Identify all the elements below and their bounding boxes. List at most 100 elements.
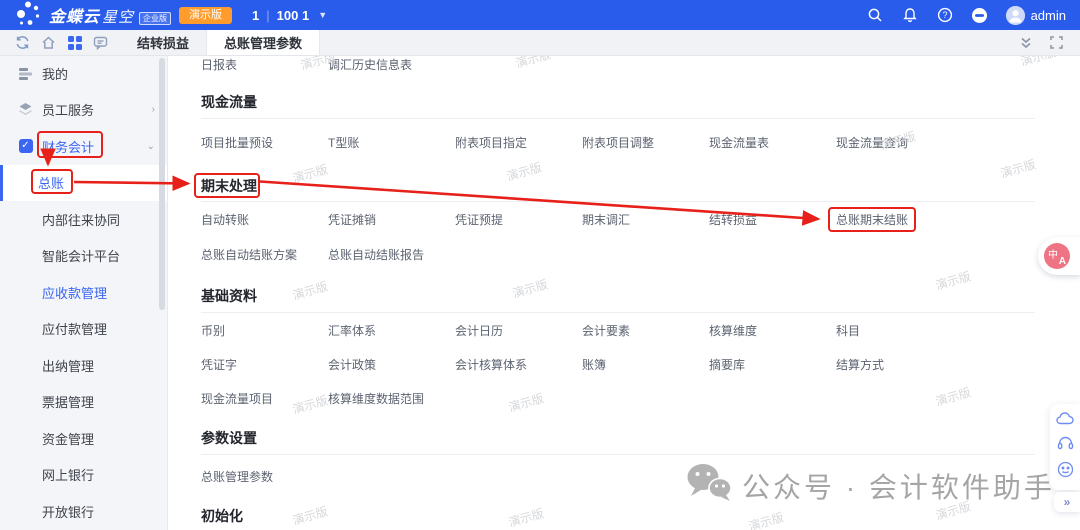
sidebar-item-label: 应收款管理: [42, 285, 108, 301]
menu-item-link[interactable]: 科目: [836, 323, 963, 339]
menu-item-link-gl-period-closing[interactable]: 总账期末结账: [836, 212, 963, 228]
menu-item-link[interactable]: 账簿: [582, 357, 709, 373]
sidebar-item-open-banking[interactable]: 开放银行: [0, 493, 167, 530]
menu-item-link[interactable]: 会计核算体系: [455, 357, 582, 373]
sidebar-item-general-ledger[interactable]: 总账: [0, 164, 167, 201]
sidebar-item-receivables[interactable]: 应收款管理: [0, 274, 167, 311]
translate-icon: 中 A: [1044, 243, 1070, 269]
menu-item-link[interactable]: 附表项目指定: [455, 135, 582, 151]
period-end-links-row1: 自动转账 凭证摊销 凭证预提 期末调汇 结转损益 总账期末结账: [201, 212, 963, 228]
brand-bold: 金蝶云: [49, 9, 101, 26]
cashflow-links-row: 项目批量预设 T型账 附表项目指定 附表项目调整 现金流量表 现金流量查询: [201, 135, 963, 151]
org-secondary: 100 1: [276, 7, 310, 23]
top-bar: 金蝶云 星空 企业版 演示版 1 | 100 1 ▼ ? admin: [0, 0, 1080, 30]
sidebar-item-employee-services[interactable]: 员工服务 ›: [0, 92, 167, 129]
menu-item-link[interactable]: 总账自动结账方案: [201, 247, 328, 263]
menu-item-link[interactable]: 会计日历: [455, 323, 582, 339]
app-window: 金蝶云 星空 企业版 演示版 1 | 100 1 ▼ ? admin 结转损益 …: [0, 0, 1080, 530]
menu-item-link[interactable]: 核算维度: [709, 323, 836, 339]
cloud-icon[interactable]: [1056, 411, 1074, 430]
avatar: [1005, 5, 1025, 25]
open-tabs: 结转损益 总账管理参数: [120, 30, 321, 55]
section-divider: [201, 201, 1035, 202]
sidebar-item-label: 出纳管理: [42, 358, 95, 374]
sidebar-item-my[interactable]: 我的: [0, 55, 167, 92]
menu-item-link[interactable]: 会计要素: [582, 323, 709, 339]
notification-bell-icon[interactable]: [901, 6, 919, 24]
username: admin: [1030, 7, 1066, 23]
menu-item-link[interactable]: 会计政策: [328, 357, 455, 373]
sidebar-item-label: 资金管理: [42, 431, 95, 447]
sidebar-item-notes[interactable]: 票据管理: [0, 384, 167, 421]
section-divider: [201, 312, 1035, 313]
menu-item-link[interactable]: 现金流量查询: [836, 135, 963, 151]
menu-item-link[interactable]: 现金流量项目: [201, 391, 328, 407]
help-icon[interactable]: ?: [936, 6, 954, 24]
menu-item-link[interactable]: 币别: [201, 323, 328, 339]
user-menu[interactable]: admin: [1005, 5, 1066, 25]
sidebar-item-smart-accounting[interactable]: 智能会计平台: [0, 238, 167, 275]
sidebar-item-label: 内部往来协同: [42, 212, 121, 228]
menu-item-link[interactable]: 总账管理参数: [201, 469, 328, 485]
sidebar-item-funds[interactable]: 资金管理: [0, 420, 167, 457]
sidebar-item-online-banking[interactable]: 网上银行: [0, 457, 167, 494]
layers-diamond-icon: [18, 102, 33, 117]
svg-text:?: ?: [942, 10, 947, 20]
sidebar-item-payables[interactable]: 应付款管理: [0, 311, 167, 348]
do-not-disturb-icon[interactable]: [971, 6, 989, 24]
home-icon[interactable]: [41, 35, 56, 50]
sidebar-item-financial-accounting[interactable]: ✓ 财务会计 ⌄: [0, 128, 167, 165]
rail-expand-chevrons-icon[interactable]: »: [1054, 492, 1080, 512]
headset-icon[interactable]: [1057, 435, 1074, 456]
org-selector[interactable]: 1 | 100 1 ▼: [252, 8, 327, 23]
section-title-params: 参数设置: [201, 430, 257, 446]
tab-toolbar: 结转损益 总账管理参数: [0, 30, 1080, 56]
toolbar-icon-group: [0, 30, 120, 55]
translate-float-button[interactable]: 中 A: [1038, 237, 1080, 275]
chevron-down-icon[interactable]: ▼: [318, 10, 327, 20]
menu-item-link[interactable]: 项目批量预设: [201, 135, 328, 151]
message-icon[interactable]: [93, 35, 108, 50]
sidebar-nav: 我的 员工服务 › ✓ 财务会计 ⌄ 总账 内部往来协同 智能会计平台 应收款管…: [0, 55, 168, 530]
chevron-down-icon: ⌄: [146, 140, 155, 152]
sidebar-item-label: 开放银行: [42, 504, 95, 520]
menu-item-link[interactable]: 自动转账: [201, 212, 328, 228]
app-grid-icon[interactable]: [67, 35, 82, 50]
sidebar-item-label: 员工服务: [42, 103, 95, 119]
menu-item-link[interactable]: T型账: [328, 135, 455, 151]
menu-item-link[interactable]: 凭证预提: [455, 212, 582, 228]
checked-checkbox-icon: ✓: [18, 139, 33, 154]
menu-item-link[interactable]: 核算维度数据范围: [328, 391, 455, 407]
fullscreen-icon[interactable]: [1049, 35, 1064, 50]
collapse-double-chevron-icon[interactable]: [1018, 35, 1033, 50]
menu-item-link[interactable]: 附表项目调整: [582, 135, 709, 151]
menu-item-link[interactable]: 现金流量表: [709, 135, 836, 151]
sidebar-item-cashier[interactable]: 出纳管理: [0, 347, 167, 384]
sidebar-item-internal-collaboration[interactable]: 内部往来协同: [0, 201, 167, 238]
sidebar-item-label: 票据管理: [42, 395, 95, 411]
section-divider: [201, 118, 1035, 119]
menu-item-link[interactable]: 期末调汇: [582, 212, 709, 228]
section-title-period-end: 期末处理: [201, 178, 257, 194]
sidebar-item-label: 财务会计: [42, 139, 95, 155]
menu-item-link[interactable]: 总账自动结账报告: [328, 247, 455, 263]
menu-item-link[interactable]: 日报表: [201, 57, 328, 73]
menu-item-link[interactable]: 摘要库: [709, 357, 836, 373]
menu-item-link[interactable]: 凭证摊销: [328, 212, 455, 228]
search-icon[interactable]: [866, 6, 884, 24]
smiley-feedback-icon[interactable]: [1057, 461, 1074, 483]
tab-closing-profit-loss[interactable]: 结转损益: [120, 30, 206, 55]
base-data-links-row3: 现金流量项目 核算维度数据范围: [201, 391, 963, 407]
menu-item-link[interactable]: 调汇历史信息表: [328, 57, 455, 73]
tab-gl-parameters[interactable]: 总账管理参数: [206, 30, 321, 55]
module-menu-page: 日报表 调汇历史信息表 现金流量 项目批量预设 T型账 附表项目指定 附表项目调…: [169, 55, 1080, 530]
sidebar-scrollbar[interactable]: [159, 58, 165, 310]
menu-item-link[interactable]: 结算方式: [836, 357, 963, 373]
sidebar-item-label: 网上银行: [42, 468, 95, 484]
topbar-actions: ? admin: [866, 5, 1066, 25]
menu-item-link[interactable]: 凭证字: [201, 357, 328, 373]
section-title-base-data: 基础资料: [201, 288, 257, 304]
menu-item-link[interactable]: 结转损益: [709, 212, 836, 228]
menu-item-link[interactable]: 汇率体系: [328, 323, 455, 339]
sync-icon[interactable]: [15, 35, 30, 50]
